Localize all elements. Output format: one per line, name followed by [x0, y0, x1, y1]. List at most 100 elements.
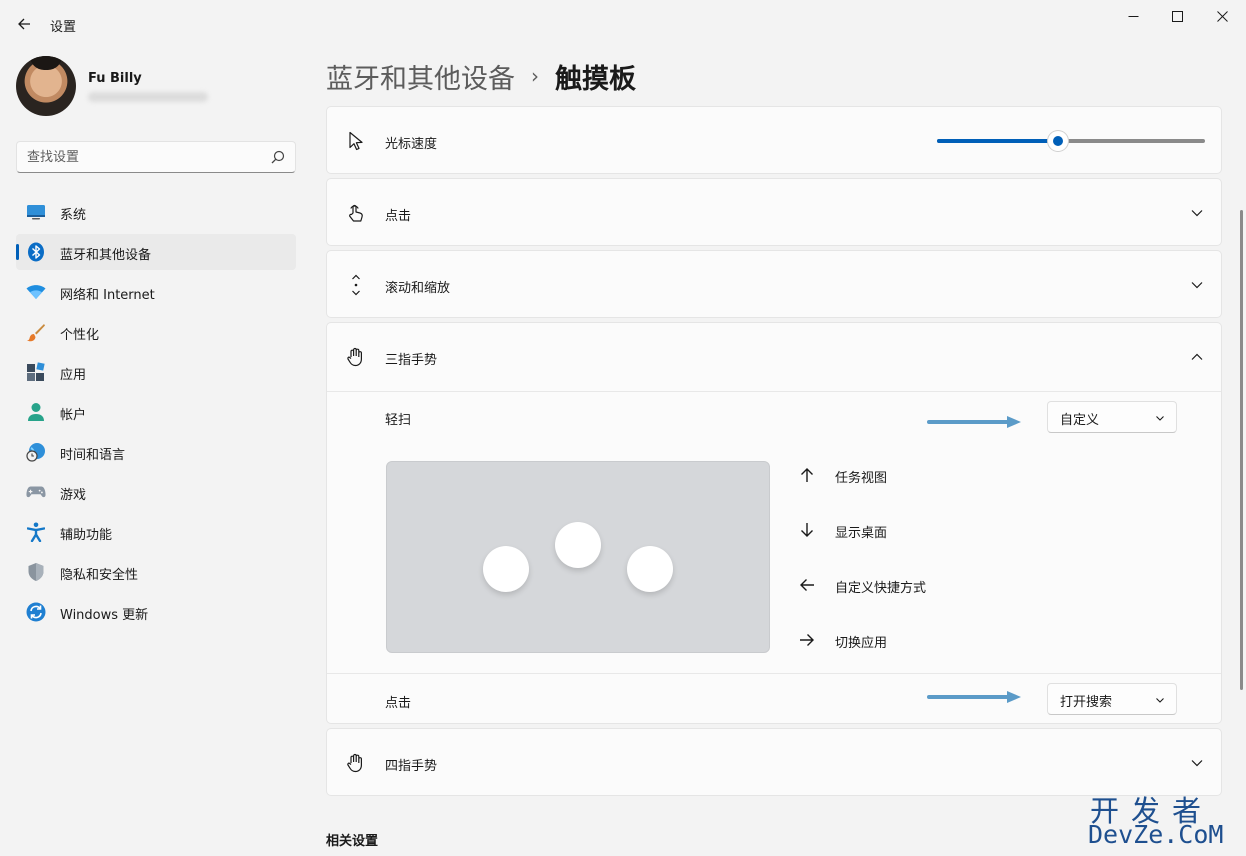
gesture-right-row: 切换应用 — [797, 628, 997, 652]
cursor-speed-label: 光标速度 — [385, 137, 438, 152]
user-name: Fu Billy — [88, 71, 142, 86]
maximize-button[interactable] — [1154, 0, 1200, 32]
gesture-left-row: 自定义快捷方式 — [797, 573, 997, 597]
bluetooth-icon — [26, 242, 46, 262]
arrow-right-icon — [797, 630, 817, 650]
sidebar-item-label: 蓝牙和其他设备 — [60, 248, 152, 263]
sidebar-item-label: Windows 更新 — [60, 608, 149, 623]
back-button[interactable] — [10, 10, 38, 38]
person-icon — [26, 403, 46, 421]
minimize-icon — [1128, 15, 1138, 17]
three-finger-tap-label: 点击 — [385, 696, 412, 711]
chevron-down-icon[interactable] — [1189, 205, 1205, 221]
apps-icon — [26, 362, 46, 381]
sidebar-item-privacy[interactable]: 隐私和安全性 — [16, 554, 296, 590]
tap-dropdown-value: 打开搜索 — [1060, 695, 1113, 710]
minimize-button[interactable] — [1110, 0, 1156, 32]
search-box[interactable] — [16, 141, 296, 173]
gesture-down-label: 显示桌面 — [835, 526, 888, 541]
arrow-up-icon — [797, 465, 817, 485]
four-finger-label: 四指手势 — [385, 759, 438, 774]
sidebar-item-label: 隐私和安全性 — [60, 568, 139, 583]
scrollbar[interactable] — [1240, 210, 1243, 690]
sidebar-item-windows-update[interactable]: Windows 更新 — [16, 594, 296, 630]
three-finger-expander: 三指手势 轻扫 自定义 任务视图 显示桌面 自定义快捷方式 切换应用 点击 打开… — [326, 322, 1222, 724]
annotation-arrow-icon — [927, 691, 1021, 703]
chevron-down-icon[interactable] — [1189, 755, 1205, 771]
sidebar-item-accessibility[interactable]: 辅助功能 — [16, 514, 296, 550]
window-title: 设置 — [50, 20, 77, 35]
three-finger-tap-dropdown[interactable]: 打开搜索 — [1047, 683, 1177, 715]
gesture-up-label: 任务视图 — [835, 471, 888, 486]
scroll-zoom-label: 滚动和缩放 — [385, 281, 451, 296]
globe-clock-icon — [26, 443, 46, 462]
tap-expander[interactable]: 点击 — [326, 178, 1222, 246]
gesture-right-label: 切换应用 — [835, 636, 888, 651]
sidebar-item-apps[interactable]: 应用 — [16, 354, 296, 390]
sidebar-item-label: 辅助功能 — [60, 528, 113, 543]
finger-dot — [627, 546, 673, 592]
swipe-dropdown[interactable]: 自定义 — [1047, 401, 1177, 433]
swipe-dropdown-value: 自定义 — [1060, 413, 1100, 428]
close-icon — [1216, 10, 1228, 22]
sidebar-item-label: 系统 — [60, 208, 87, 223]
sidebar-item-bluetooth[interactable]: 蓝牙和其他设备 — [16, 234, 296, 270]
divider — [327, 391, 1221, 392]
wifi-icon — [26, 283, 46, 301]
four-finger-expander[interactable]: 四指手势 — [326, 728, 1222, 796]
slider-thumb[interactable] — [1047, 131, 1068, 151]
cursor-icon — [345, 130, 367, 152]
sidebar-item-label: 个性化 — [60, 328, 100, 343]
gamepad-icon — [26, 483, 46, 501]
maximize-icon — [1171, 10, 1183, 22]
related-settings-heading: 相关设置 — [326, 834, 379, 849]
gesture-down-row: 显示桌面 — [797, 518, 997, 542]
chevron-up-icon[interactable] — [1189, 349, 1205, 365]
breadcrumb-separator: › — [531, 64, 539, 88]
sidebar-item-network[interactable]: 网络和 Internet — [16, 274, 296, 310]
sidebar-item-label: 网络和 Internet — [60, 288, 155, 303]
arrow-down-icon — [797, 520, 817, 540]
brush-icon — [26, 323, 46, 342]
sidebar-item-accounts[interactable]: 帐户 — [16, 394, 296, 430]
search-input[interactable] — [27, 142, 267, 172]
sidebar-nav: 系统 蓝牙和其他设备 网络和 Internet 个性化 应用 帐户 时间和语言 … — [16, 194, 296, 634]
gesture-up-row: 任务视图 — [797, 463, 997, 487]
sidebar-item-system[interactable]: 系统 — [16, 194, 296, 230]
update-icon — [26, 602, 46, 622]
three-finger-header[interactable]: 三指手势 — [327, 323, 1221, 391]
watermark-line2: DevZe.CoM — [1088, 820, 1224, 849]
sidebar-item-label: 游戏 — [60, 488, 87, 503]
shield-icon — [26, 563, 46, 581]
sidebar-item-gaming[interactable]: 游戏 — [16, 474, 296, 510]
sidebar-item-personalization[interactable]: 个性化 — [16, 314, 296, 350]
search-icon[interactable] — [271, 150, 285, 164]
hand-icon — [345, 346, 367, 368]
hand-icon — [345, 752, 367, 774]
close-button[interactable] — [1199, 0, 1245, 32]
sidebar-item-label: 应用 — [60, 368, 87, 383]
arrow-left-icon — [797, 575, 817, 595]
cursor-speed-row: 光标速度 — [326, 106, 1222, 174]
chevron-down-icon[interactable] — [1189, 277, 1205, 293]
sidebar-item-time-language[interactable]: 时间和语言 — [16, 434, 296, 470]
tap-label: 点击 — [385, 209, 412, 224]
slider-fill — [937, 139, 1058, 143]
divider — [327, 673, 1221, 674]
avatar — [16, 56, 76, 116]
chevron-down-icon — [1156, 416, 1164, 421]
finger-dot — [555, 522, 601, 568]
touchpad-illustration — [386, 461, 770, 653]
finger-dot — [483, 546, 529, 592]
scroll-zoom-expander[interactable]: 滚动和缩放 — [326, 250, 1222, 318]
breadcrumb: 蓝牙和其他设备 › 触摸板 — [326, 56, 636, 96]
breadcrumb-parent-link[interactable]: 蓝牙和其他设备 — [326, 57, 515, 96]
watermark-logo: 开发者 DevZe.CoM — [1086, 788, 1236, 850]
sidebar-item-label: 帐户 — [60, 408, 87, 423]
back-arrow-icon — [18, 18, 30, 30]
chevron-down-icon — [1156, 698, 1164, 703]
cursor-speed-slider[interactable] — [937, 131, 1205, 151]
swipe-label: 轻扫 — [385, 413, 412, 428]
tap-hand-icon — [345, 202, 367, 224]
title-bar: 设置 — [0, 0, 1246, 48]
